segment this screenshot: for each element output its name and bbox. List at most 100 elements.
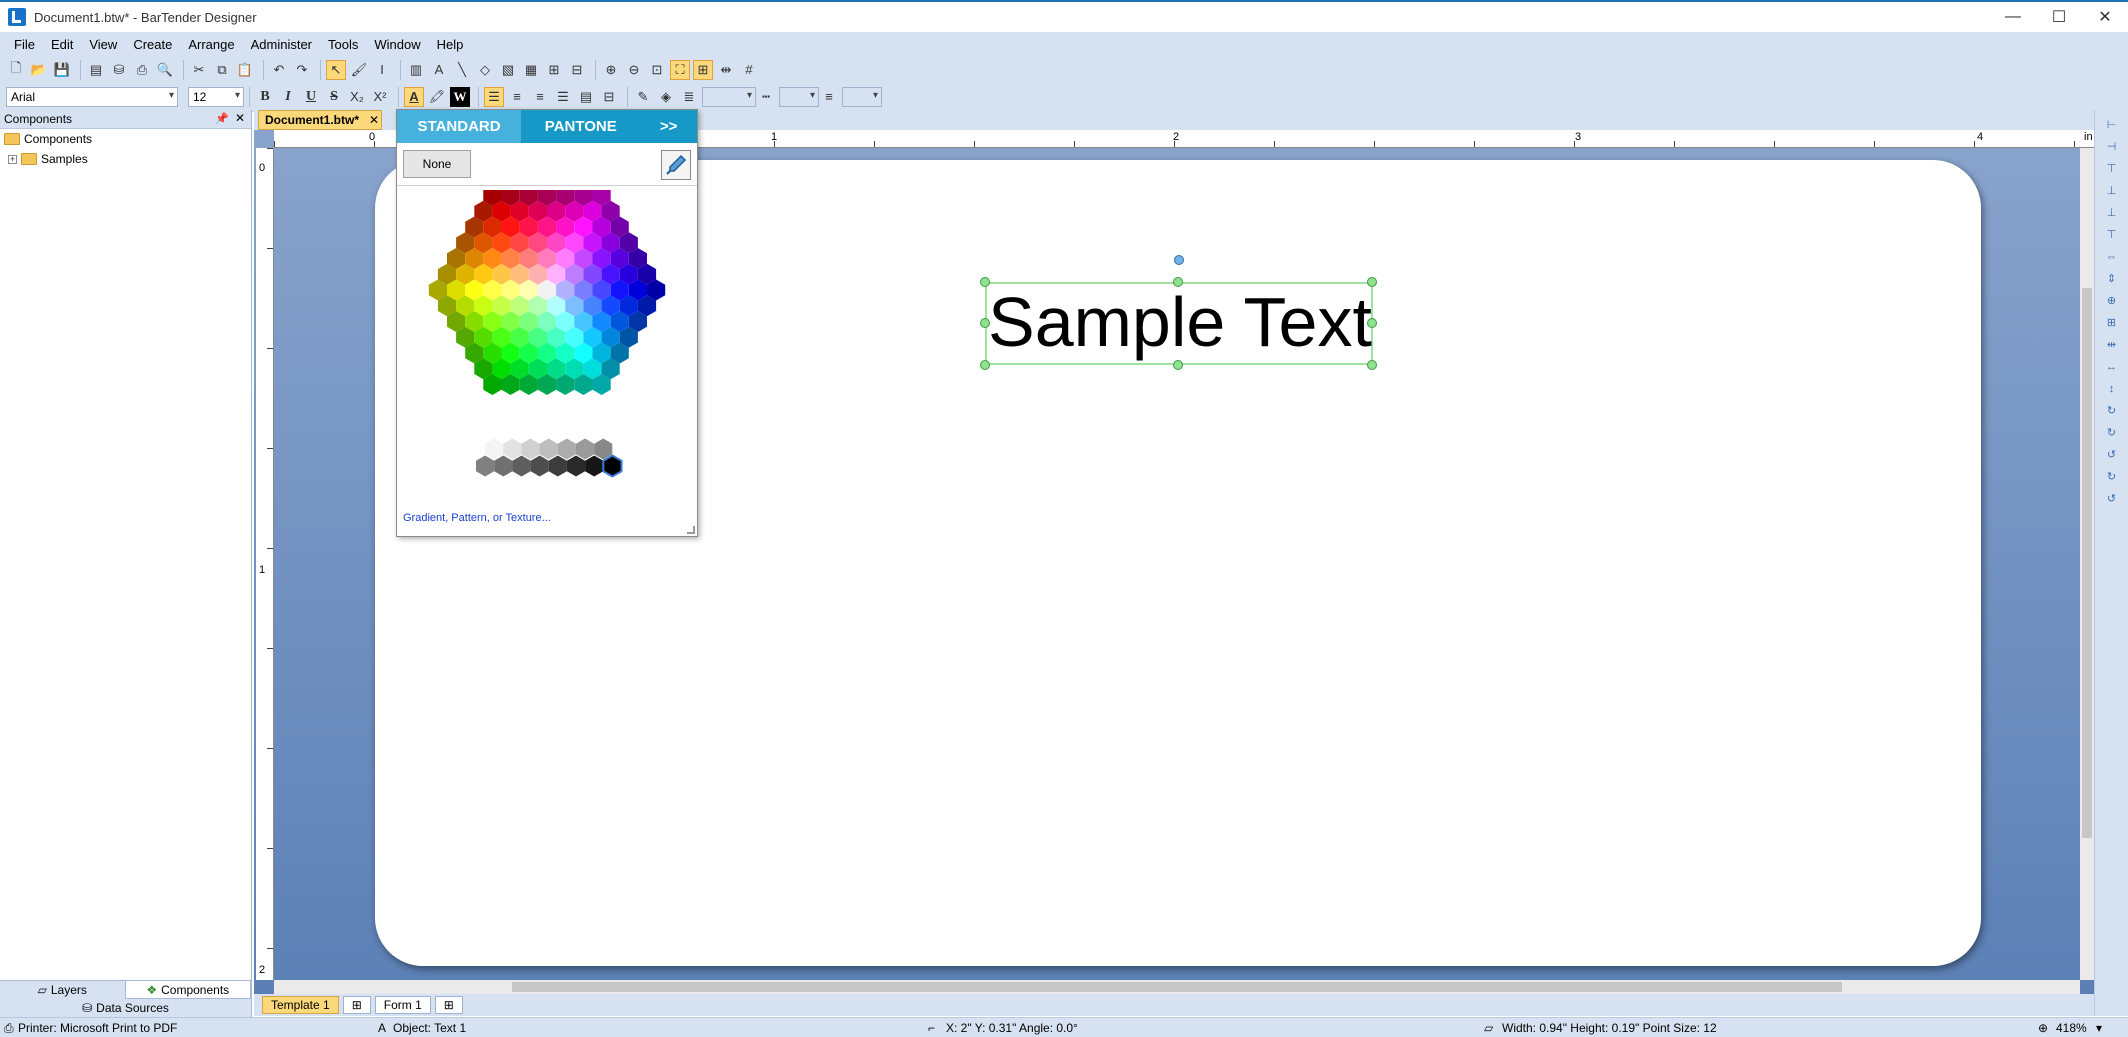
fill-color-icon[interactable]: ◈	[656, 87, 676, 107]
highlight-color-icon[interactable]: 🖍	[427, 87, 447, 107]
open-folder-icon[interactable]: 📂	[29, 60, 49, 80]
line-icon[interactable]: ╲	[452, 60, 472, 80]
copy-icon[interactable]: ⧉	[212, 60, 232, 80]
align-right-icon[interactable]: ≡	[530, 87, 550, 107]
align-bottom-edges-icon[interactable]: ⊤	[2104, 228, 2120, 242]
menu-file[interactable]: File	[6, 37, 43, 52]
table-icon[interactable]: ▦	[521, 60, 541, 80]
same-width-icon[interactable]: ↔	[2104, 360, 2120, 374]
print-preview-icon[interactable]: 🔍	[155, 60, 175, 80]
gray-swatch[interactable]	[494, 455, 513, 477]
tree-item-samples[interactable]: + Samples	[0, 149, 251, 169]
zoom-fit-icon[interactable]: ⊡	[647, 60, 667, 80]
no-color-button[interactable]: None	[403, 150, 471, 178]
database-icon[interactable]: ⛁	[109, 60, 129, 80]
menu-window[interactable]: Window	[366, 37, 428, 52]
zoom-in-icon[interactable]: ⊕	[601, 60, 621, 80]
text-cursor-icon[interactable]: I	[372, 60, 392, 80]
align-justify-icon[interactable]: ☰	[553, 87, 573, 107]
close-document-icon[interactable]: ✕	[369, 113, 379, 127]
gray-swatch[interactable]	[602, 454, 623, 478]
align-left-edges-icon[interactable]: ⊢	[2104, 118, 2120, 132]
same-height-icon[interactable]: ↕	[2104, 382, 2120, 396]
close-window-button[interactable]: ✕	[2082, 2, 2128, 32]
font-size-combo[interactable]: 12	[188, 86, 244, 107]
cut-icon[interactable]: ✂	[189, 60, 209, 80]
resize-handle-nw[interactable]	[980, 277, 990, 287]
zoom-out-icon[interactable]: ⊖	[624, 60, 644, 80]
gray-swatch[interactable]	[575, 438, 595, 460]
rotate-minus-90-icon[interactable]: ↺	[2104, 448, 2120, 462]
encode-icon[interactable]: ⊞	[544, 60, 564, 80]
page-setup-icon[interactable]: ▤	[86, 60, 106, 80]
align-center-icon[interactable]: ≡	[507, 87, 527, 107]
italic-button[interactable]: I	[278, 87, 298, 107]
status-zoom[interactable]: 418%	[2056, 1021, 2087, 1035]
tab-layers[interactable]: ▱ Layers	[0, 981, 125, 999]
snap-grid-icon[interactable]: ⊞	[693, 59, 713, 80]
distribute-horizontal-icon[interactable]: ⊞	[2104, 316, 2120, 330]
gradient-pattern-texture-link[interactable]: Gradient, Pattern, or Texture...	[403, 512, 551, 524]
tab-template-1[interactable]: Template 1	[262, 996, 339, 1014]
tab-form-1[interactable]: Form 1	[374, 996, 431, 1014]
center-vertical-icon[interactable]: ⇕	[2104, 272, 2120, 286]
menu-tools[interactable]: Tools	[320, 37, 366, 52]
menu-arrange[interactable]: Arrange	[180, 37, 242, 52]
document-tab[interactable]: Document1.btw* ✕	[258, 110, 382, 130]
rotation-handle[interactable]	[1174, 255, 1184, 265]
resize-handle-ne[interactable]	[1367, 277, 1377, 287]
menu-help[interactable]: Help	[429, 37, 472, 52]
pin-icon[interactable]: 📌	[215, 112, 229, 125]
gray-swatch[interactable]	[585, 455, 604, 477]
tab-standard[interactable]: STANDARD	[397, 110, 522, 143]
line-end-icon[interactable]: ≡	[819, 87, 839, 107]
resize-handle-n[interactable]	[1173, 277, 1183, 287]
expand-icon[interactable]: +	[8, 154, 17, 164]
gray-swatch[interactable]	[557, 438, 576, 460]
gray-swatch[interactable]	[566, 455, 586, 477]
rotate-minus-1-icon[interactable]: ↺	[2104, 492, 2120, 506]
resize-grip[interactable]	[687, 526, 695, 534]
line-style-combo[interactable]	[779, 86, 819, 107]
minimize-button[interactable]: —	[1990, 2, 2036, 32]
maximize-button[interactable]: ☐	[2036, 2, 2082, 32]
paste-icon[interactable]: 📋	[235, 60, 255, 80]
rotate-180-icon[interactable]: ↻	[2104, 426, 2120, 440]
tab-pantone[interactable]: PANTONE	[521, 110, 640, 143]
undo-icon[interactable]: ↶	[269, 60, 289, 80]
resize-handle-e[interactable]	[1367, 318, 1377, 328]
gray-swatch[interactable]	[539, 438, 558, 460]
align-icon[interactable]: ⇹	[716, 60, 736, 80]
align-centers-icon[interactable]: ⊣	[2104, 140, 2120, 154]
line-end-combo[interactable]	[842, 86, 882, 107]
menu-administer[interactable]: Administer	[243, 37, 320, 52]
tree-item-components[interactable]: Components	[0, 129, 251, 149]
picture-icon[interactable]: ▧	[498, 60, 518, 80]
align-right-edges-icon[interactable]: ⊤	[2104, 162, 2120, 176]
add-template-icon[interactable]: ⊞	[342, 996, 371, 1014]
word-wrap-button[interactable]: W	[450, 86, 470, 107]
resize-handle-se[interactable]	[1367, 360, 1377, 370]
scroll-thumb[interactable]	[512, 982, 1842, 992]
select-pointer-icon[interactable]: ↖	[326, 59, 346, 80]
menu-create[interactable]: Create	[125, 37, 180, 52]
line-weight-combo[interactable]	[702, 86, 756, 107]
font-name-combo[interactable]: Arial	[6, 86, 178, 107]
color-hexagon-grid[interactable]	[397, 190, 697, 510]
zoom-page-icon[interactable]: ⛶	[670, 59, 690, 80]
barcode-icon[interactable]: ▥	[406, 60, 426, 80]
font-color-button[interactable]: A	[404, 86, 424, 107]
rfid-icon[interactable]: ⊟	[567, 60, 587, 80]
menu-edit[interactable]: Edit	[43, 37, 81, 52]
gray-swatch[interactable]	[512, 455, 531, 477]
align-full-icon[interactable]: ▤	[576, 87, 596, 107]
more-tabs-button[interactable]: >>	[640, 110, 697, 143]
superscript-button[interactable]: X²	[370, 87, 390, 107]
eyedropper-icon[interactable]	[661, 150, 691, 180]
gray-swatch[interactable]	[503, 438, 522, 460]
resize-handle-w[interactable]	[980, 318, 990, 328]
strikethrough-button[interactable]: S	[324, 87, 344, 107]
line-weight-icon[interactable]: ≣	[679, 87, 699, 107]
line-color-icon[interactable]: ✎	[633, 87, 653, 107]
new-document-icon[interactable]: 🗋	[6, 60, 26, 80]
